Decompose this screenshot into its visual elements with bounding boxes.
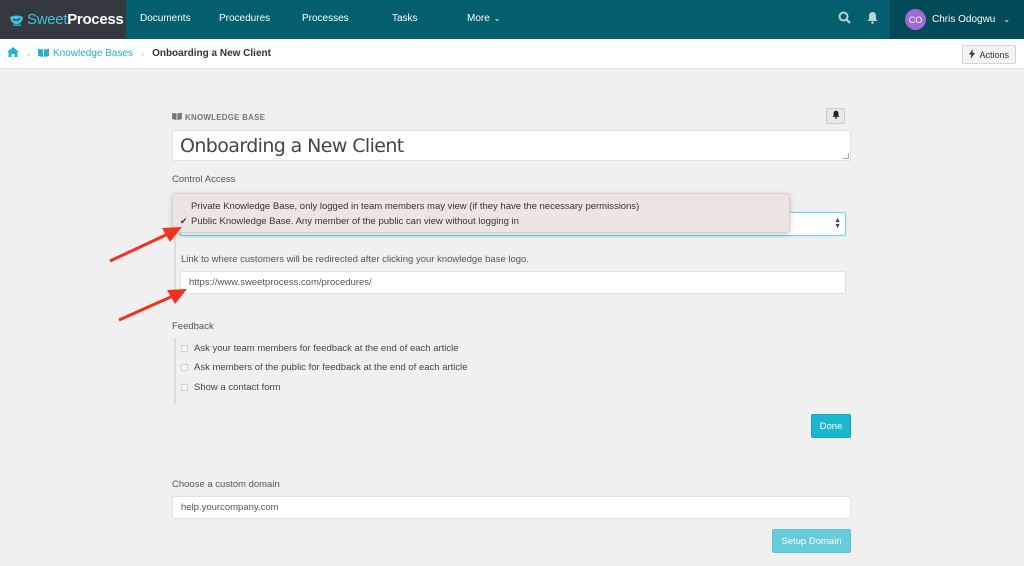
access-option-public[interactable]: ✔ Public Knowledge Base. Any member of t… [173,214,789,229]
done-button[interactable]: Done [811,414,851,438]
nav-tasks[interactable]: Tasks [392,13,418,24]
access-option-public-label: Public Knowledge Base. Any member of the… [191,216,519,227]
nav-documents[interactable]: Documents [140,13,191,24]
nav-more-label: More [467,13,490,24]
feedback-option-contact-form-label: Show a contact form [194,382,281,393]
custom-domain-label: Choose a custom domain [172,479,280,490]
bell-icon[interactable] [867,11,878,27]
feedback-option-contact-form[interactable]: Show a contact form [181,382,281,393]
logo-text-process: Process [67,11,124,28]
feedback-option-team[interactable]: Ask your team members for feedback at th… [181,343,459,354]
sweetprocess-logo[interactable]: SweetProcess [0,0,126,39]
actions-label: Actions [979,49,1009,60]
feedback-group-divider [174,338,176,404]
feedback-option-public-label: Ask members of the public for feedback a… [194,362,468,373]
redirect-url-input[interactable]: https://www.sweetprocess.com/procedures/ [180,271,846,294]
book-icon [38,48,49,60]
knowledge-base-label-text: KNOWLEDGE BASE [185,112,266,122]
search-icon[interactable] [838,11,851,27]
redirect-url-value: https://www.sweetprocess.com/procedures/ [189,277,372,288]
actions-button[interactable]: Actions [962,45,1016,64]
user-menu[interactable]: CO Chris Odogwu ⌄ [890,0,1024,39]
title-value: Onboarding a New Client [180,134,404,157]
avatar: CO [905,9,926,30]
annotation-arrow-icon [118,289,187,322]
annotation-arrow-icon [109,227,182,263]
knowledge-base-title-input[interactable]: Onboarding a New Client [172,130,851,161]
subscribe-bell-button[interactable] [826,108,845,124]
checkbox[interactable] [181,384,188,391]
breadcrumb-separator: › [27,48,30,59]
breadcrumb: › Knowledge Bases › Onboarding a New Cli… [0,39,1024,69]
knowledge-base-section-label: KNOWLEDGE BASE [172,112,265,122]
custom-domain-input[interactable]: help.yourcompany.com [172,496,851,519]
access-dropdown-menu: Private Knowledge Base, only logged in t… [172,193,790,233]
user-name: Chris Odogwu [932,14,996,25]
logo-text-sweet: Sweet [27,11,68,28]
chevron-down-icon: ⌄ [493,14,501,23]
chevron-down-icon: ⌄ [1003,15,1011,24]
home-icon[interactable] [7,47,19,60]
bell-icon [832,110,840,122]
lightning-icon [969,48,976,61]
feedback-option-public[interactable]: Ask members of the public for feedback a… [181,362,468,373]
control-access-label: Control Access [172,174,236,185]
nav-processes[interactable]: Processes [302,13,349,24]
book-icon [172,112,182,122]
access-option-private-label: Private Knowledge Base, only logged in t… [191,201,640,212]
breadcrumb-knowledge-bases[interactable]: Knowledge Bases [38,48,133,60]
redirect-link-help-text: Link to where customers will be redirect… [181,254,529,265]
custom-domain-placeholder: help.yourcompany.com [181,502,279,513]
breadcrumb-separator: › [141,48,145,59]
nav-procedures[interactable]: Procedures [219,13,270,24]
checkbox[interactable] [181,345,188,352]
top-navbar: SweetProcess Documents Procedures Proces… [0,0,1024,39]
nav-more[interactable]: More ⌄ [467,13,501,24]
access-option-private[interactable]: Private Knowledge Base, only logged in t… [173,199,789,214]
setup-domain-button[interactable]: Setup Domain [772,529,851,553]
breadcrumb-knowledge-bases-label: Knowledge Bases [53,48,134,59]
resize-handle[interactable] [843,153,849,159]
feedback-option-team-label: Ask your team members for feedback at th… [194,343,459,354]
breadcrumb-current: Onboarding a New Client [152,48,271,59]
select-arrows-icon: ▲ ▼ [834,217,841,230]
checkbox[interactable] [181,364,188,371]
teacup-icon [9,14,25,26]
